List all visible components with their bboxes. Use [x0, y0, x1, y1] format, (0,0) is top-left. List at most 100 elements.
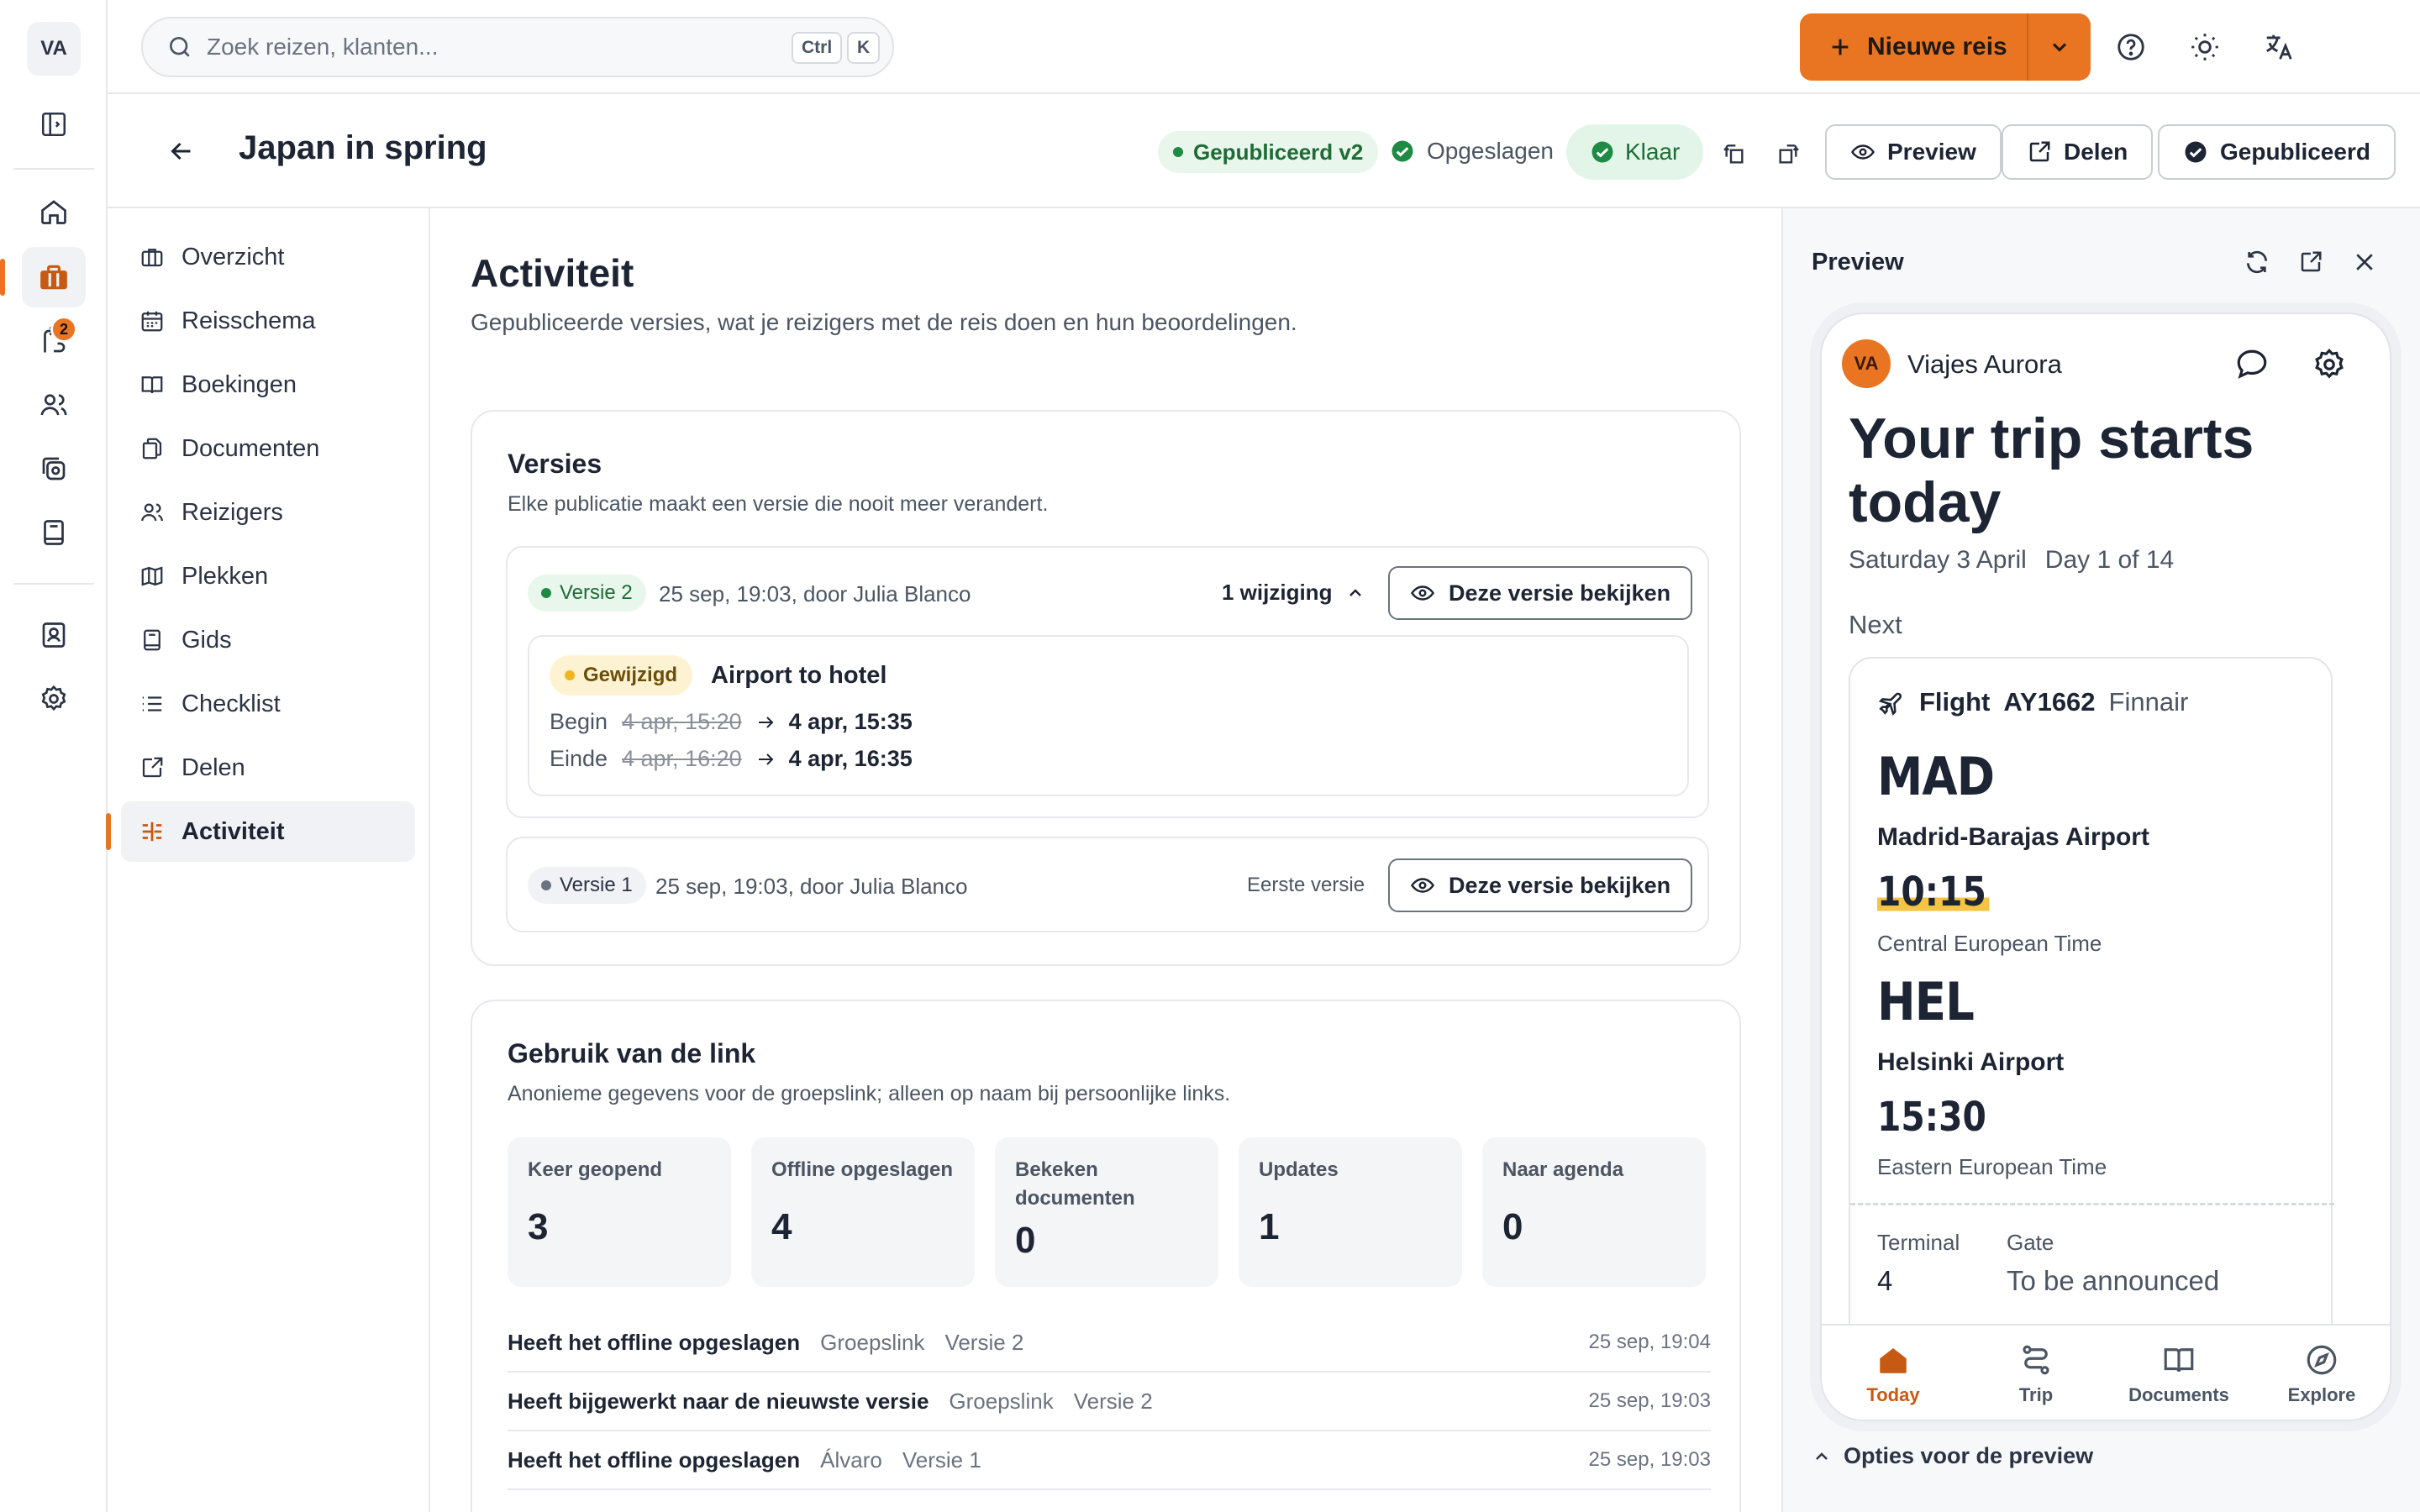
sidebar-item-label: Checklist — [182, 690, 281, 717]
preview-button[interactable]: Preview — [1825, 124, 2002, 180]
activity-who: Álvaro — [820, 1446, 882, 1473]
sidebar-item-boekingen[interactable]: Boekingen — [121, 354, 415, 415]
chat-bubble-icon — [2234, 347, 2270, 382]
phone-settings-button[interactable] — [2309, 344, 2349, 385]
close-preview-button[interactable] — [2348, 245, 2381, 279]
version-1-box: Versie 1 25 sep, 19:03, door Julia Blanc… — [506, 837, 1709, 932]
sidebar-item-gids[interactable]: Gids — [121, 610, 415, 670]
published-version-badge: Gepubliceerd v2 — [1158, 131, 1379, 173]
rail-trips-button[interactable] — [0, 247, 86, 307]
tab-today[interactable]: Today — [1822, 1326, 1965, 1420]
end-new-value: 4 apr, 16:35 — [788, 746, 913, 771]
language-button[interactable] — [2252, 20, 2306, 74]
tab-label: Today — [1866, 1384, 1920, 1405]
activity-time: 25 sep, 19:04 — [1588, 1331, 1711, 1353]
help-button[interactable] — [2104, 20, 2158, 74]
back-button[interactable] — [158, 128, 205, 175]
arrow-right-icon — [755, 749, 776, 769]
plus-icon — [1828, 35, 1852, 59]
sidebar-item-reisschema[interactable]: Reisschema — [121, 291, 415, 351]
stat-label: Updates — [1259, 1158, 1339, 1181]
tab-trip[interactable]: Trip — [1965, 1326, 2107, 1420]
sidebar-item-label: Gids — [182, 626, 232, 654]
tab-label: Trip — [2018, 1384, 2054, 1405]
search-icon — [166, 34, 193, 60]
sidebar-item-documenten[interactable]: Documenten — [121, 418, 415, 479]
activity-time: 25 sep, 19:03 — [1588, 1389, 1711, 1412]
close-icon — [2352, 249, 2377, 275]
undo-button[interactable] — [1718, 138, 1751, 171]
sidebar-item-label: Delen — [182, 753, 245, 781]
theme-toggle-button[interactable] — [2178, 20, 2232, 74]
app-rail: VA 2 — [0, 0, 108, 1512]
trip-date: Saturday 3 April — [1849, 546, 2027, 574]
rail-contacts-button[interactable] — [22, 605, 86, 665]
flight-card[interactable]: Flight AY1662 Finnair MAD Madrid-Barajas… — [1849, 657, 2334, 1413]
origin-code: MAD — [1877, 746, 1995, 807]
home-icon — [1876, 1342, 1911, 1378]
rail-home-button[interactable] — [22, 181, 86, 242]
preview-options-toggle[interactable]: Opties voor de preview — [1812, 1443, 2093, 1469]
published-button[interactable]: Gepubliceerd — [2158, 124, 2396, 180]
ready-label: Klaar — [1625, 139, 1681, 165]
trip-sidebar: Overzicht Reisschema Boekingen Documente… — [106, 208, 430, 1512]
rail-clients-button[interactable] — [22, 375, 86, 435]
refresh-preview-button[interactable] — [2240, 245, 2274, 279]
search-bar[interactable]: Zoek reizen, klanten... Ctrl K — [141, 17, 894, 77]
activity-action: Heeft het offline opgeslagen — [508, 1446, 801, 1473]
flight-kind: Flight — [1919, 687, 1991, 717]
contact-card-icon — [39, 620, 69, 650]
share-button[interactable]: Delen — [2002, 124, 2154, 180]
rail-guides-button[interactable] — [22, 502, 86, 563]
eye-icon — [1850, 139, 1876, 165]
rail-updates-button[interactable]: 2 — [22, 311, 86, 371]
stat-documents: Bekeken documenten 0 — [995, 1137, 1218, 1287]
briefcase-icon — [139, 244, 165, 270]
activity-row: Heeft het offline opgeslagen Groepslink … — [508, 1314, 1711, 1373]
stat-label: Offline opgeslagen — [771, 1158, 954, 1181]
arrival-time: 15:30 — [1877, 1094, 1986, 1141]
tab-label: Documents — [2128, 1384, 2229, 1405]
gear-icon — [39, 684, 69, 714]
changes-toggle[interactable]: 1 wijziging — [1222, 580, 1365, 606]
start-old-value: 4 apr, 15:20 — [622, 709, 742, 734]
route-icon — [2018, 1342, 2054, 1378]
toggle-sidebar-button[interactable] — [22, 94, 86, 155]
tab-documents[interactable]: Documents — [2107, 1326, 2250, 1420]
sidebar-item-checklist[interactable]: Checklist — [121, 674, 415, 734]
departure-timezone: Central European Time — [1877, 931, 2102, 956]
stat-value: 3 — [528, 1206, 549, 1247]
ready-toggle[interactable]: Klaar — [1566, 124, 1704, 180]
activity-time: 25 sep, 19:03 — [1588, 1448, 1711, 1471]
tab-explore[interactable]: Explore — [2250, 1326, 2390, 1420]
view-version-1-button[interactable]: Deze versie bekijken — [1388, 858, 1693, 912]
version-2-meta: 25 sep, 19:03, door Julia Blanco — [659, 581, 971, 606]
sidebar-item-reizigers[interactable]: Reizigers — [121, 482, 415, 543]
top-bar: Zoek reizen, klanten... Ctrl K Nieuwe re… — [108, 0, 2420, 94]
sidebar-item-label: Overzicht — [182, 243, 285, 270]
redo-button[interactable] — [1771, 138, 1805, 171]
search-placeholder: Zoek reizen, klanten... — [207, 34, 439, 60]
check-circle-icon — [2183, 139, 2208, 165]
rail-settings-button[interactable] — [22, 669, 86, 729]
sidebar-item-activiteit[interactable]: Activiteit — [106, 801, 415, 862]
saved-label: Opgeslagen — [1427, 138, 1555, 164]
calendar-icon — [139, 308, 165, 333]
modified-tag: Gewijzigd — [550, 655, 693, 696]
rail-library-button[interactable] — [22, 438, 86, 499]
chat-button[interactable] — [2232, 344, 2272, 385]
workspace-logo[interactable]: VA — [27, 22, 81, 76]
sidebar-item-overzicht[interactable]: Overzicht — [121, 227, 415, 287]
open-external-button[interactable] — [2294, 245, 2328, 279]
list-icon — [139, 691, 165, 717]
stat-label: Keer geopend — [528, 1158, 663, 1181]
new-trip-button[interactable]: Nieuwe reis — [1800, 13, 2027, 81]
change-item: Gewijzigd Airport to hotel Begin 4 apr, … — [528, 635, 1689, 796]
sidebar-item-label: Reizigers — [182, 498, 283, 526]
sidebar-item-delen[interactable]: Delen — [121, 738, 415, 798]
book-icon — [39, 517, 69, 548]
sidebar-item-plekken[interactable]: Plekken — [121, 546, 415, 606]
view-version-2-button[interactable]: Deze versie bekijken — [1388, 566, 1693, 620]
terminal-value: 4 — [1877, 1265, 1893, 1296]
new-trip-menu-button[interactable] — [2027, 13, 2091, 81]
